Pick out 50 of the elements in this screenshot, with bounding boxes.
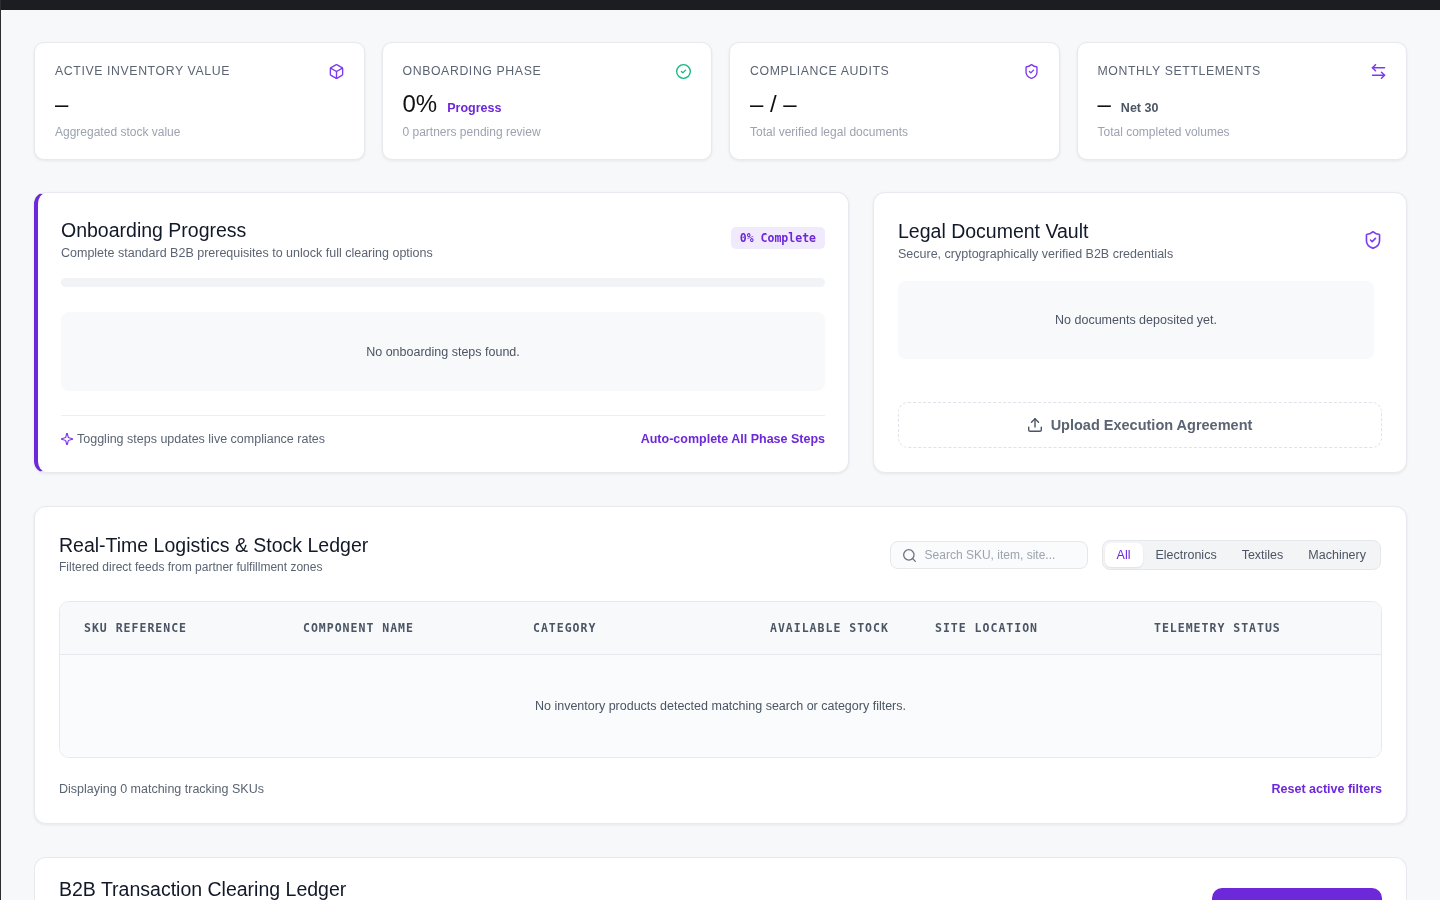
empty-message: No inventory products detected matching search or category filters. — [535, 699, 906, 713]
column-header: SITE LOCATION — [935, 621, 1038, 635]
stat-caption: Total completed volumes — [1097, 124, 1231, 140]
column-header: COMPONENT NAME — [303, 621, 414, 635]
stat-value: 0% — [402, 90, 438, 118]
hint-text: Toggling steps updates live compliance rates — [77, 432, 326, 446]
cube-icon — [328, 63, 344, 79]
section-title: B2B Transaction Clearing Ledger — [59, 877, 347, 900]
stat-label: ACTIVE INVENTORY VALUE — [55, 64, 230, 78]
stat-label: MONTHLY SETTLEMENTS — [1097, 64, 1261, 78]
panel-title: Legal Document Vault — [898, 219, 1090, 243]
stat-label: ONBOARDING PHASE — [402, 64, 542, 78]
results-count: Displaying 0 matching tracking SKUs — [59, 782, 264, 796]
stat-label: COMPLIANCE AUDITS — [750, 64, 890, 78]
column-header: TELEMETRY STATUS — [1154, 621, 1281, 635]
action-button[interactable] — [1212, 888, 1382, 900]
arrows-left-right-icon — [1371, 63, 1386, 79]
panel-subtitle: Secure, cryptographically verified B2B credentials — [898, 246, 1174, 263]
filter-tab[interactable]: Machinery — [1296, 543, 1378, 567]
filter-tab[interactable]: Textiles — [1229, 543, 1296, 567]
shield-check-icon — [1365, 231, 1381, 249]
empty-message: No documents deposited yet. — [1055, 313, 1217, 327]
section-title: Real-Time Logistics & Stock Ledger — [59, 533, 369, 557]
upload-button[interactable]: Upload Execution Agreement — [898, 402, 1382, 448]
reset-filters-link[interactable]: Reset active filters — [1271, 782, 1382, 796]
filter-tab[interactable]: All — [1104, 543, 1143, 567]
stat-caption: Total verified legal documents — [750, 124, 910, 140]
stat-value: – — [1097, 90, 1111, 118]
empty-message: No onboarding steps found. — [366, 344, 520, 359]
stat-suffix: Progress — [447, 101, 502, 115]
column-header: CATEGORY — [533, 621, 597, 635]
shield-check-icon — [1023, 63, 1039, 79]
column-header: AVAILABLE STOCK — [770, 621, 889, 635]
panel-subtitle: Complete standard B2B prerequisites to unlock full clearing options — [61, 245, 433, 262]
upload-icon — [1027, 418, 1042, 432]
panel-title: Onboarding Progress — [61, 218, 248, 242]
stat-suffix: Net 30 — [1120, 101, 1159, 115]
column-header: SKU REFERENCE — [84, 621, 187, 635]
section-subtitle: Filtered direct feeds from partner fulfillment zones — [59, 559, 324, 575]
sparkles-icon — [61, 433, 73, 445]
stat-caption: 0 partners pending review — [402, 124, 542, 140]
check-circle-icon — [676, 63, 691, 79]
search-icon — [902, 548, 916, 562]
search-field[interactable]: Search SKU, item, site... — [889, 541, 1088, 569]
filter-tab[interactable]: Electronics — [1143, 543, 1229, 567]
auto-complete-link[interactable]: Auto-complete All Phase Steps — [640, 432, 825, 446]
stat-value: – / – — [750, 90, 797, 118]
completion-badge: 0% Complete — [730, 227, 825, 249]
stat-caption: Aggregated stock value — [55, 124, 182, 140]
stat-value: – — [55, 90, 69, 118]
